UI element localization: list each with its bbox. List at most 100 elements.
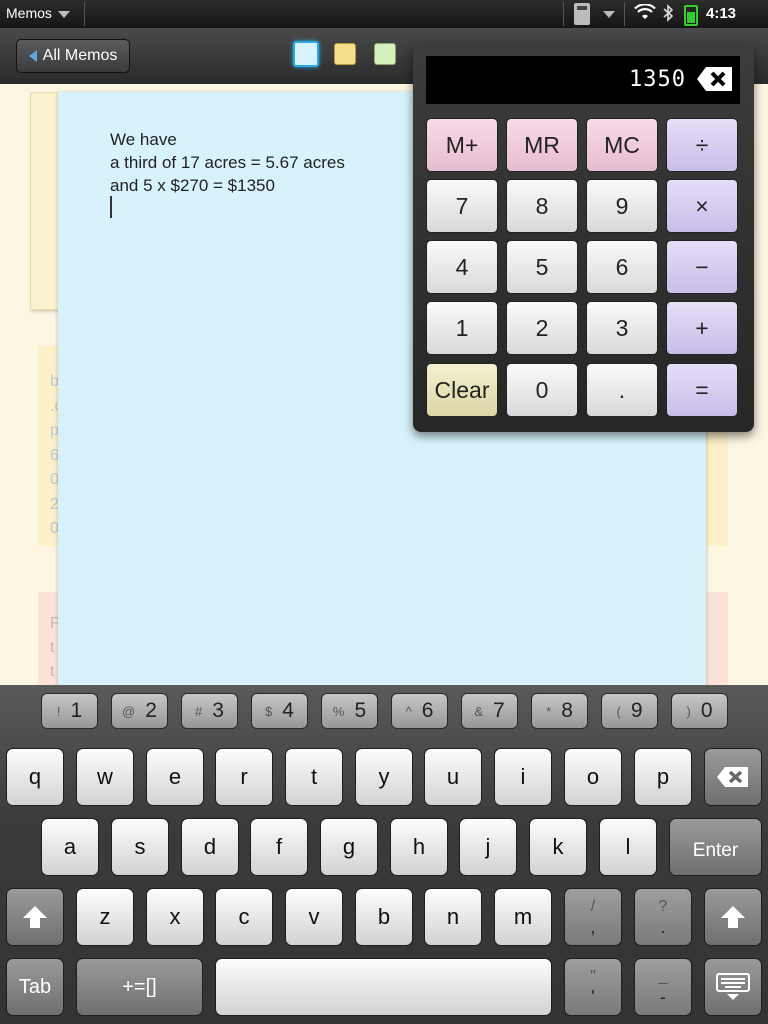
bluetooth-icon[interactable]: [662, 4, 674, 26]
key-7[interactable]: & 7: [461, 693, 518, 729]
symbols-key[interactable]: +=[]: [76, 958, 203, 1016]
clear-button[interactable]: Clear: [426, 363, 498, 417]
key-k[interactable]: k: [529, 818, 587, 876]
shift-key-right[interactable]: [704, 888, 762, 946]
digit-0-button[interactable]: 0: [506, 363, 578, 417]
key-l[interactable]: l: [599, 818, 657, 876]
digit-6-button[interactable]: 6: [586, 240, 658, 294]
app-menu[interactable]: Memos: [6, 5, 70, 21]
key-9[interactable]: (9: [601, 693, 658, 729]
calculator-display: 1350: [426, 56, 740, 104]
key-o[interactable]: o: [564, 748, 622, 806]
divider: [624, 2, 625, 26]
app-name: Memos: [6, 5, 52, 21]
key-w[interactable]: w: [76, 748, 134, 806]
space-key[interactable]: [215, 958, 552, 1016]
key-2[interactable]: @2: [111, 693, 168, 729]
backspace-key[interactable]: [704, 748, 762, 806]
key-1[interactable]: ! 1: [41, 693, 98, 729]
m-plus-button[interactable]: M+: [426, 118, 498, 172]
key-5[interactable]: % 5: [321, 693, 378, 729]
key-f[interactable]: f: [250, 818, 308, 876]
calculator-value: 1350: [629, 67, 686, 92]
color-swatch-blue[interactable]: [293, 41, 319, 67]
key-x[interactable]: x: [146, 888, 204, 946]
text-cursor: [110, 196, 112, 218]
key-comma[interactable]: /,: [564, 888, 622, 946]
key-q[interactable]: q: [6, 748, 64, 806]
key-8[interactable]: * 8: [531, 693, 588, 729]
digit-1-button[interactable]: 1: [426, 301, 498, 355]
color-swatch-green[interactable]: [374, 43, 396, 65]
keyboard-hide-icon: [716, 973, 750, 1000]
shift-icon: [23, 906, 47, 928]
chevron-down-icon[interactable]: [603, 11, 615, 18]
key-c[interactable]: c: [215, 888, 273, 946]
all-memos-label: All Memos: [42, 47, 118, 64]
battery-charging-icon[interactable]: [684, 5, 698, 26]
shift-icon: [721, 906, 745, 928]
calculator-panel: 1350 M+ MR MC ÷ 7 8 9 × 4 5 6 − 1 2 3 + …: [413, 44, 754, 432]
divider: [563, 2, 564, 26]
minus-button[interactable]: −: [666, 240, 738, 294]
memo-line: and 5 x $270 = $1350: [110, 176, 275, 195]
key-y[interactable]: y: [355, 748, 413, 806]
key-g[interactable]: g: [320, 818, 378, 876]
plus-button[interactable]: +: [666, 301, 738, 355]
memo-text[interactable]: We have a third of 17 acres = 5.67 acres…: [110, 128, 345, 197]
key-a[interactable]: a: [41, 818, 99, 876]
key-period[interactable]: ?.: [634, 888, 692, 946]
mc-button[interactable]: MC: [586, 118, 658, 172]
key-r[interactable]: r: [215, 748, 273, 806]
hide-keyboard-key[interactable]: [704, 958, 762, 1016]
key-0[interactable]: ) 0: [671, 693, 728, 729]
mr-button[interactable]: MR: [506, 118, 578, 172]
decimal-button[interactable]: .: [586, 363, 658, 417]
digit-4-button[interactable]: 4: [426, 240, 498, 294]
divide-button[interactable]: ÷: [666, 118, 738, 172]
back-arrow-icon: [28, 50, 37, 62]
key-u[interactable]: u: [424, 748, 482, 806]
digit-9-button[interactable]: 9: [586, 179, 658, 233]
key-i[interactable]: i: [494, 748, 552, 806]
calculator-icon[interactable]: [574, 3, 590, 25]
all-memos-button[interactable]: All Memos: [16, 39, 130, 73]
key-s[interactable]: s: [111, 818, 169, 876]
digit-5-button[interactable]: 5: [506, 240, 578, 294]
digit-2-button[interactable]: 2: [506, 301, 578, 355]
digit-3-button[interactable]: 3: [586, 301, 658, 355]
clock[interactable]: 4:13: [706, 5, 736, 22]
divider: [84, 2, 85, 26]
key-e[interactable]: e: [146, 748, 204, 806]
memo-line: We have: [110, 130, 177, 149]
color-swatch-yellow[interactable]: [334, 43, 356, 65]
backspace-icon[interactable]: [696, 66, 734, 92]
digit-7-button[interactable]: 7: [426, 179, 498, 233]
key-z[interactable]: z: [76, 888, 134, 946]
key-v[interactable]: v: [285, 888, 343, 946]
key-j[interactable]: j: [459, 818, 517, 876]
virtual-keyboard: ! 1 @2 #3 $4 % 5 ^ 6 & 7 * 8 (9 ) 0 q w e r t …: [0, 685, 768, 1024]
key-3[interactable]: #3: [181, 693, 238, 729]
key-quote[interactable]: " ': [564, 958, 622, 1016]
key-p[interactable]: p: [634, 748, 692, 806]
digit-8-button[interactable]: 8: [506, 179, 578, 233]
equals-button[interactable]: =: [666, 363, 738, 417]
key-b[interactable]: b: [355, 888, 413, 946]
wifi-icon[interactable]: [634, 3, 656, 27]
key-n[interactable]: n: [424, 888, 482, 946]
memo-line: a third of 17 acres = 5.67 acres: [110, 153, 345, 172]
multiply-button[interactable]: ×: [666, 179, 738, 233]
tab-key[interactable]: Tab: [6, 958, 64, 1016]
shift-key-left[interactable]: [6, 888, 64, 946]
key-4[interactable]: $4: [251, 693, 308, 729]
status-bar: Memos 4:13: [0, 0, 768, 28]
key-d[interactable]: d: [181, 818, 239, 876]
key-h[interactable]: h: [390, 818, 448, 876]
key-dash[interactable]: _ -: [634, 958, 692, 1016]
key-t[interactable]: t: [285, 748, 343, 806]
key-6[interactable]: ^ 6: [391, 693, 448, 729]
enter-key[interactable]: Enter: [669, 818, 762, 876]
key-m[interactable]: m: [494, 888, 552, 946]
chevron-down-icon: [57, 10, 70, 18]
